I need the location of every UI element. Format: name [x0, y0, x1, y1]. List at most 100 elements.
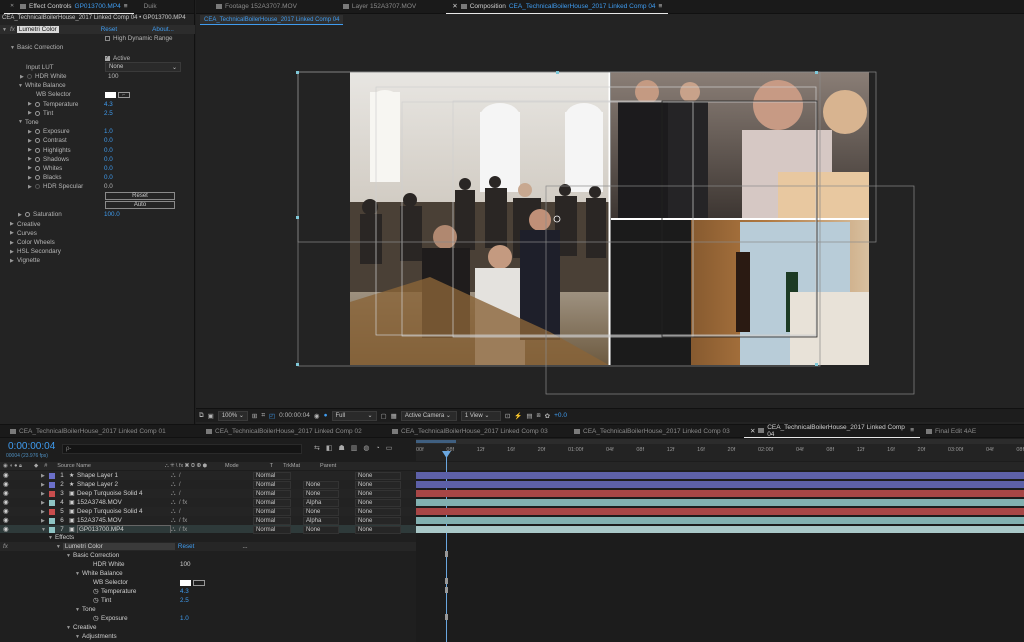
layer-trkmat-dropdown[interactable]: Alpha — [303, 516, 339, 525]
eye-icon[interactable]: ◉ — [3, 481, 11, 488]
layer-duration-bar[interactable] — [416, 490, 1024, 497]
layer-row[interactable]: ◉ ▶ 1 ★ Shape Layer 1 ⛬ / — [0, 471, 416, 480]
frame-blending-icon[interactable]: ▥ — [351, 444, 358, 452]
timeline-tab-6[interactable]: Final Edit 4AE — [920, 424, 982, 438]
layer-trkmat-dropdown[interactable]: Alpha — [303, 498, 339, 507]
expand-icon[interactable]: ▼ — [75, 571, 82, 577]
time-ruler[interactable]: 00f 08f 12f 16f 20f 01:00f 04f 08f 12f 16f 20f 02:0… — [416, 439, 1024, 461]
wb-color-swatch[interactable] — [180, 579, 191, 586]
lumetri-options[interactable]: ... — [242, 543, 247, 550]
layer-trkmat-dropdown[interactable]: None — [303, 480, 339, 489]
effect-about-link[interactable]: About... — [152, 26, 174, 33]
expand-icon[interactable]: ▶ — [10, 230, 17, 236]
layer-duration-bar[interactable] — [416, 517, 1024, 524]
snapshot-icon[interactable]: ◉ — [314, 412, 320, 420]
view-layout-dropdown[interactable]: 1 View ⌄ — [460, 410, 501, 421]
mask-visibility-icon[interactable]: ◰ — [269, 412, 275, 420]
effects-group[interactable]: ▼ Effects — [0, 533, 416, 542]
expand-icon[interactable]: ▼ — [10, 45, 17, 51]
layer-row[interactable]: ◉ ▶ 2 ★ Shape Layer 2 ⛬ / — [0, 480, 416, 489]
layer-switches[interactable]: ⛬ / fx — [171, 517, 231, 525]
expand-icon[interactable]: ▶ — [18, 212, 25, 218]
layer-parent-dropdown[interactable]: None — [355, 480, 401, 489]
layer-trkmat-dropdown[interactable]: None — [303, 525, 339, 534]
layer-parent-dropdown[interactable]: None — [355, 498, 401, 507]
expand-icon[interactable]: ▼ — [66, 625, 73, 631]
basic-correction-property[interactable]: ▼ Basic Correction — [0, 551, 416, 560]
stopwatch-icon[interactable] — [25, 212, 30, 218]
expand-icon[interactable]: ▶ — [41, 500, 49, 506]
keyframe-marker[interactable] — [445, 551, 448, 557]
creative-row[interactable]: ▶ Creative — [0, 220, 195, 229]
color-wheels-row[interactable]: ▶ Color Wheels — [0, 238, 195, 247]
stopwatch-icon[interactable] — [35, 156, 40, 162]
layer-name[interactable]: 152A3745.MOV — [77, 517, 171, 524]
timeline-tab-3[interactable]: CEA_TechnicalBoilerHouse_2017 Linked Com… — [386, 424, 568, 438]
eyedropper-icon[interactable] — [193, 579, 205, 586]
pixel-aspect-icon[interactable]: ⊡ — [505, 412, 510, 420]
layer-switches[interactable]: ⛬ / — [171, 481, 231, 489]
stopwatch-icon[interactable] — [35, 138, 40, 144]
layer-mode-dropdown[interactable]: Normal — [253, 507, 291, 516]
input-lut-dropdown[interactable]: None ⌄ — [105, 62, 181, 73]
exposure-value[interactable]: +0.0 — [554, 412, 567, 419]
exposure-value[interactable]: 1.0 — [104, 128, 113, 135]
tab-effect-controls-layer[interactable]: GP013700.MP4 — [75, 3, 121, 10]
hdr-checkbox[interactable] — [105, 36, 110, 42]
always-preview-icon[interactable]: ⧉ — [199, 412, 204, 420]
column-parent-header[interactable]: Parent — [320, 463, 336, 469]
expand-icon[interactable]: ▼ — [18, 83, 25, 89]
shadows-value[interactable]: 0.0 — [104, 156, 113, 163]
layer-duration-bar[interactable] — [416, 481, 1024, 488]
camera-dropdown[interactable]: Active Camera ⌄ — [400, 410, 457, 421]
close-icon[interactable]: ✕ — [750, 427, 755, 435]
zoom-dropdown[interactable]: 100% ⌄ — [217, 410, 248, 421]
column-trkmat-header[interactable]: TrkMat — [283, 463, 300, 469]
eye-icon[interactable]: ◉ — [3, 508, 11, 515]
draft-3d-icon[interactable]: ◧ — [326, 444, 333, 452]
blacks-value[interactable]: 0.0 — [104, 174, 113, 181]
expand-icon[interactable]: ▶ — [41, 482, 49, 488]
expand-icon[interactable]: ▶ — [28, 165, 35, 171]
lumetri-name[interactable]: Lumetri Color — [62, 543, 175, 550]
layer-parent-dropdown[interactable]: None — [355, 507, 401, 516]
show-channel-icon[interactable]: ● — [324, 412, 328, 419]
close-icon[interactable]: ✕ — [10, 3, 17, 9]
region-of-interest-icon[interactable]: ▢ — [381, 412, 387, 420]
graph-editor-icon[interactable]: ◔ — [376, 445, 380, 452]
layer-row[interactable]: ◉ ▶ 6 ▣ 152A3745.MOV ⛬ / fx — [0, 516, 416, 525]
timeline-tab-5[interactable]: ✕ CEA_TechnicalBoilerHouse_2017 Linked Co… — [744, 424, 920, 438]
grid-icon[interactable]: ⌗ — [261, 412, 265, 420]
expand-icon[interactable]: ▶ — [41, 509, 49, 515]
layer-name[interactable]: Shape Layer 2 — [77, 481, 171, 488]
timeline-tab-1[interactable]: CEA_TechnicalBoilerHouse_2017 Linked Com… — [4, 424, 200, 438]
white-balance-property[interactable]: ▼ White Balance — [0, 569, 416, 578]
hamburger-icon[interactable]: ≡ — [910, 427, 914, 434]
layer-mode-dropdown[interactable]: Normal — [253, 480, 291, 489]
expand-icon[interactable]: ▶ — [41, 473, 49, 479]
expand-icon[interactable]: ▼ — [66, 553, 73, 559]
exposure-property-value[interactable]: 1.0 — [180, 615, 189, 622]
eye-icon[interactable]: ◉ — [3, 499, 11, 506]
temperature-property-value[interactable]: 4.3 — [180, 588, 189, 595]
effect-reset-link[interactable]: Reset — [101, 26, 117, 33]
flowchart-icon[interactable]: ⧈ — [537, 412, 541, 420]
eye-icon[interactable]: ◉ — [3, 517, 11, 524]
lumetri-property-row[interactable]: fx ▼ Lumetri Color Reset ... — [0, 542, 416, 551]
layer-search-input[interactable]: ρ- — [62, 444, 302, 454]
layer-parent-dropdown[interactable]: None — [355, 525, 401, 534]
expand-icon[interactable]: ▶ — [41, 491, 49, 497]
fast-preview-icon[interactable]: ⚡ — [514, 412, 522, 420]
expand-icon[interactable]: ▼ — [18, 119, 25, 125]
timeline-icon[interactable]: ▤ — [526, 412, 532, 420]
viewer-current-time[interactable]: 0:00:00:04 — [279, 412, 310, 419]
layer-switches[interactable]: ⛬ / — [171, 490, 231, 498]
expand-icon[interactable]: ▶ — [28, 110, 35, 116]
layer-mode-dropdown[interactable]: Normal — [253, 471, 291, 480]
expand-icon[interactable]: ▶ — [10, 240, 17, 246]
keyframe-marker[interactable] — [445, 614, 448, 620]
expand-icon[interactable]: ▶ — [10, 258, 17, 264]
tab-layer[interactable]: Layer 152A3707.MOV — [337, 0, 422, 14]
layer-duration-bar[interactable] — [416, 499, 1024, 506]
stopwatch-icon[interactable]: ◷ — [93, 615, 101, 622]
